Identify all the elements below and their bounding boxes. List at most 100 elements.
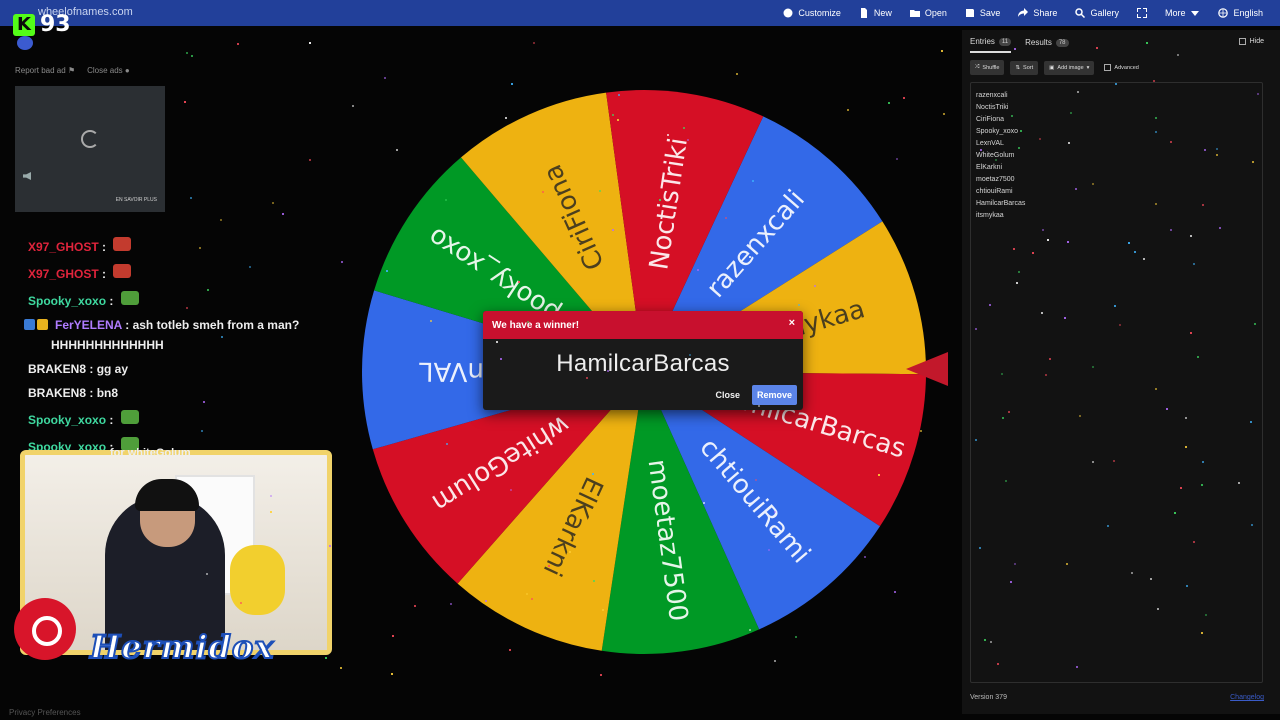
tunisia-flag-icon bbox=[14, 598, 76, 660]
globe-icon bbox=[1218, 8, 1229, 18]
tab-results-label: Results bbox=[1025, 38, 1052, 47]
remove-button[interactable]: Remove bbox=[751, 385, 797, 405]
palette-icon bbox=[783, 8, 793, 18]
panel-tabs: Entries 11 Results 78 bbox=[970, 37, 1069, 53]
new-button[interactable]: New bbox=[850, 0, 901, 26]
open-button[interactable]: Open bbox=[901, 0, 956, 26]
wheel-pointer-icon bbox=[906, 352, 948, 386]
hide-toggle[interactable]: Hide bbox=[1238, 38, 1264, 45]
winner-name: HamilcarBarcas bbox=[556, 350, 730, 377]
fullscreen-icon bbox=[1136, 8, 1147, 18]
entry-item[interactable]: HamilcarBarcas bbox=[976, 198, 1257, 210]
advanced-toggle[interactable]: Advanced bbox=[1104, 64, 1139, 71]
chat-username[interactable]: X97_GHOST bbox=[28, 240, 99, 254]
hide-label: Hide bbox=[1249, 38, 1264, 45]
ad-learn-more[interactable]: EN SAVOIR PLUS bbox=[116, 197, 157, 203]
fullscreen-button[interactable] bbox=[1128, 0, 1156, 26]
gallery-label: Gallery bbox=[1090, 8, 1119, 18]
entry-item[interactable]: ElKarkni bbox=[976, 162, 1257, 174]
entry-item[interactable]: chtiouiRami bbox=[976, 186, 1257, 198]
sort-label: Sort bbox=[1023, 64, 1034, 71]
more-menu[interactable]: More bbox=[1156, 0, 1210, 26]
chat-username[interactable]: FerYELENA bbox=[55, 318, 122, 332]
new-label: New bbox=[873, 8, 892, 18]
language-menu[interactable]: English bbox=[1209, 0, 1272, 26]
entry-item[interactable]: itsmykaa bbox=[976, 210, 1257, 222]
tab-entries-label: Entries bbox=[970, 37, 995, 46]
close-button[interactable]: Close bbox=[711, 386, 744, 404]
changelog-link[interactable]: Changelog bbox=[1230, 694, 1264, 701]
open-label: Open bbox=[924, 8, 947, 18]
search-icon bbox=[1075, 8, 1086, 18]
file-icon bbox=[860, 8, 867, 18]
mute-icon[interactable] bbox=[23, 172, 31, 180]
chat-username[interactable]: BRAKEN8 bbox=[28, 362, 86, 376]
chat-partial-message: for whiteGolum bbox=[110, 447, 191, 459]
add-image-button[interactable]: ▣ Add image ▾ bbox=[1044, 60, 1095, 75]
chat-message: X97_GHOST : bbox=[24, 234, 304, 257]
customize-button[interactable]: Customize bbox=[774, 0, 850, 26]
hide-checkbox[interactable] bbox=[1238, 38, 1246, 45]
report-ad-link[interactable]: Report bad ad ⚑ bbox=[15, 66, 75, 75]
close-icon: ● bbox=[124, 66, 130, 75]
entries-textarea[interactable]: razenxcali NoctisTriki CiriFiona Spooky_xox… bbox=[970, 82, 1263, 683]
close-ads-link[interactable]: Close ads ● bbox=[87, 66, 130, 75]
tab-entries[interactable]: Entries 11 bbox=[970, 37, 1012, 53]
chat-message: Spooky_xoxo : bbox=[24, 407, 304, 430]
entries-panel: Entries 11 Results 78 Hide ⤮ Shuffle ⇅ Sor… bbox=[962, 30, 1280, 714]
chat-message: Spooky_xoxo : bbox=[24, 288, 304, 311]
share-icon bbox=[1018, 8, 1029, 17]
chevron-down-icon bbox=[1191, 11, 1200, 16]
winner-dialog: We have a winner! × HamilcarBarcas Close… bbox=[483, 311, 803, 410]
gallery-button[interactable]: Gallery bbox=[1066, 0, 1128, 26]
stream-chat: X97_GHOST : X97_GHOST : Spooky_xoxo : Fe… bbox=[24, 234, 304, 461]
chat-username[interactable]: BRAKEN8 bbox=[28, 386, 86, 400]
flag-icon: ⚑ bbox=[67, 66, 76, 75]
entry-item[interactable]: moetaz7500 bbox=[976, 174, 1257, 186]
chat-username[interactable]: Spooky_xoxo bbox=[28, 294, 106, 308]
entry-item[interactable]: Spooky_xoxo bbox=[976, 126, 1257, 138]
image-icon: ▣ bbox=[1049, 64, 1055, 71]
privacy-preferences-link[interactable]: Privacy Preferences bbox=[9, 708, 81, 717]
entry-item[interactable]: NoctisTriki bbox=[976, 102, 1257, 114]
entry-item[interactable]: razenxcali bbox=[976, 90, 1257, 102]
shuffle-icon: ⤮ bbox=[975, 64, 980, 70]
viewer-count: 93 bbox=[40, 12, 71, 37]
chat-username[interactable]: Spooky_xoxo bbox=[28, 413, 106, 427]
kick-logo-icon: K bbox=[13, 14, 35, 36]
shuffle-label: Shuffle bbox=[982, 64, 1000, 71]
replay-icon[interactable] bbox=[81, 130, 99, 148]
pikachu-plush bbox=[230, 545, 285, 615]
language-label: English bbox=[1233, 8, 1263, 18]
add-image-label: Add image bbox=[1057, 64, 1084, 71]
more-label: More bbox=[1164, 8, 1186, 18]
save-button[interactable]: Save bbox=[956, 0, 1010, 26]
entry-item[interactable]: WhiteGolum bbox=[976, 150, 1257, 162]
chat-message: BRAKEN8 : bn8 bbox=[28, 386, 119, 400]
version-label: Version 379 bbox=[970, 694, 1007, 701]
advanced-checkbox[interactable] bbox=[1104, 64, 1112, 71]
winner-dialog-title: We have a winner! bbox=[492, 320, 580, 331]
entry-item[interactable]: CiriFiona bbox=[976, 114, 1257, 126]
streamer-name: Hermidox bbox=[89, 627, 275, 667]
chat-username[interactable]: X97_GHOST bbox=[28, 267, 99, 281]
results-count-badge: 78 bbox=[1055, 38, 1069, 47]
avatar bbox=[17, 36, 33, 50]
ad-video[interactable]: EN SAVOIR PLUS bbox=[15, 86, 165, 212]
chat-badges bbox=[24, 319, 48, 330]
entries-count-badge: 11 bbox=[998, 37, 1012, 46]
share-label: Share bbox=[1033, 8, 1058, 18]
chat-text: gg ay bbox=[96, 362, 129, 376]
chat-text: bn8 bbox=[96, 386, 119, 400]
chevron-down-icon: ▾ bbox=[1086, 64, 1090, 71]
chat-message: FerYELENA : ash totleb smeh from a man? … bbox=[24, 315, 304, 355]
folder-icon bbox=[909, 10, 920, 17]
close-icon[interactable]: × bbox=[789, 317, 795, 329]
sort-button[interactable]: ⇅ Sort bbox=[1010, 60, 1039, 75]
tab-results[interactable]: Results 78 bbox=[1025, 37, 1069, 53]
winner-dialog-header: We have a winner! × bbox=[483, 311, 803, 339]
entries-toolbar: ⤮ Shuffle ⇅ Sort ▣ Add image ▾ Advanced bbox=[970, 60, 1139, 75]
shuffle-button[interactable]: ⤮ Shuffle bbox=[970, 60, 1005, 75]
close-ads-label: Close ads bbox=[87, 66, 123, 75]
share-button[interactable]: Share bbox=[1009, 0, 1066, 26]
